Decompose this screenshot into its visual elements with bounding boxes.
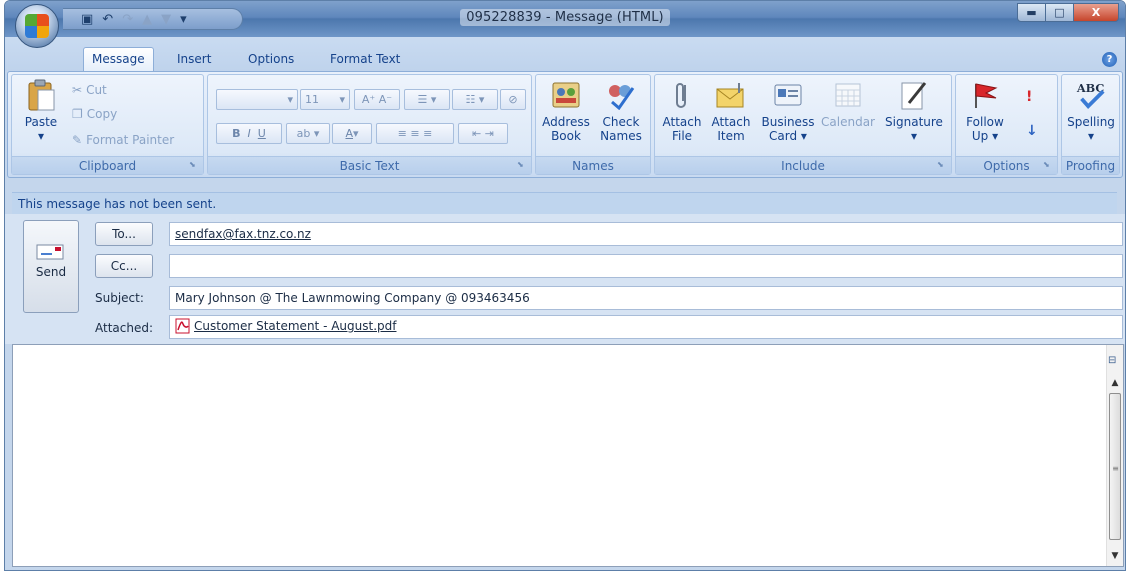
calendar-button[interactable]: Calendar [819, 79, 877, 129]
info-bar: This message has not been sent. [12, 192, 1117, 214]
brush-icon: ✎ [72, 133, 83, 147]
subject-field[interactable]: Mary Johnson @ The Lawnmowing Company @ … [169, 286, 1123, 310]
subject-label: Subject: [95, 291, 144, 305]
message-window: ▣ ↶ ↷ ▲ ▼ ▾ 095228839 - Message (HTML) ▬… [4, 0, 1126, 571]
align-buttons[interactable]: ≡ ≡ ≡ [376, 123, 454, 144]
group-basic-text: ▾ 11 ▾ A⁺ A⁻ ☰ ▾ ☷ ▾ ⊘ B I U ab ▾ A ▾ ≡ ≡… [207, 74, 532, 175]
ruler-toggle-icon[interactable]: ⊟ [1108, 355, 1122, 369]
paste-button[interactable]: Paste ▾ [16, 79, 66, 143]
follow-up-button[interactable]: Follow Up ▾ [959, 79, 1011, 143]
group-proofing: ABC Spelling ▾ Proofing [1061, 74, 1120, 175]
spelling-button[interactable]: ABC Spelling ▾ [1064, 79, 1118, 143]
indent-buttons[interactable]: ⇤ ⇥ [458, 123, 508, 144]
scroll-up-icon[interactable]: ▲ [1107, 375, 1123, 391]
attached-label: Attached: [95, 321, 154, 335]
window-title: 095228839 - Message (HTML) [5, 9, 1125, 26]
ribbon: Paste ▾ ✂ Cut ❐ Copy ✎ Format Painter Clipb… [7, 71, 1123, 178]
tab-insert[interactable]: Insert [169, 48, 219, 71]
bullets-button[interactable]: ☰ ▾ [404, 89, 450, 110]
copy-button[interactable]: ❐ Copy [72, 107, 117, 121]
font-size-combo[interactable]: 11 ▾ [300, 89, 350, 110]
vertical-scrollbar[interactable]: ⊟ ▲ ≡ ▼ [1106, 345, 1123, 566]
cc-field[interactable] [169, 254, 1123, 278]
address-book-icon [550, 79, 582, 111]
title-bar: ▣ ↶ ↷ ▲ ▼ ▾ 095228839 - Message (HTML) ▬… [5, 1, 1125, 37]
help-icon[interactable]: ? [1102, 52, 1117, 67]
dialog-launcher-icon[interactable]: ⬊ [517, 160, 527, 170]
maximize-button[interactable]: □ [1045, 3, 1074, 22]
scroll-down-icon[interactable]: ▼ [1107, 548, 1123, 564]
flag-icon [969, 79, 1001, 111]
group-label: Clipboard [12, 156, 203, 174]
font-name-combo[interactable]: ▾ [216, 89, 298, 110]
bold-italic-underline[interactable]: B I U [216, 123, 282, 144]
signature-button[interactable]: Signature ▾ [881, 79, 947, 143]
message-header: Send To... sendfax@fax.tnz.co.nz Cc... S… [5, 214, 1125, 344]
ribbon-tabs: Message Insert Options Format Text ? [5, 37, 1125, 72]
calendar-icon [832, 79, 864, 111]
address-book-button[interactable]: Address Book [539, 79, 593, 143]
send-envelope-icon [36, 243, 66, 261]
group-names: Address Book Check Names Names [535, 74, 651, 175]
group-label: Include [655, 156, 951, 174]
tab-options[interactable]: Options [240, 48, 302, 71]
spelling-check-icon: ABC [1075, 79, 1107, 111]
office-logo-icon [25, 14, 49, 38]
group-label: Proofing [1062, 156, 1119, 174]
tab-format-text[interactable]: Format Text [322, 48, 408, 71]
grow-shrink-font-buttons[interactable]: A⁺ A⁻ [354, 89, 400, 110]
signature-icon [898, 79, 930, 111]
tab-message[interactable]: Message [83, 47, 154, 72]
dialog-launcher-icon[interactable]: ⬊ [189, 160, 199, 170]
close-button[interactable]: X [1073, 3, 1119, 22]
send-button[interactable]: Send [23, 220, 79, 313]
paste-icon [25, 79, 57, 111]
format-painter-button[interactable]: ✎ Format Painter [72, 133, 174, 147]
highlight-icon[interactable]: ab ▾ [286, 123, 330, 144]
attached-field: Customer Statement - August.pdf [169, 315, 1123, 339]
office-button[interactable] [15, 4, 59, 48]
group-clipboard: Paste ▾ ✂ Cut ❐ Copy ✎ Format Painter Clipb… [11, 74, 204, 175]
business-card-icon [772, 79, 804, 111]
group-label: Options [956, 156, 1057, 174]
scissors-icon: ✂ [72, 83, 83, 97]
paperclip-icon [666, 79, 698, 111]
check-names-icon [605, 79, 637, 111]
cut-button[interactable]: ✂ Cut [72, 83, 107, 97]
message-body[interactable]: ⊟ ▲ ≡ ▼ [12, 344, 1124, 567]
dialog-launcher-icon[interactable]: ⬊ [937, 160, 947, 170]
attach-file-button[interactable]: Attach File [658, 79, 706, 143]
attach-item-button[interactable]: Attach Item [707, 79, 755, 143]
to-button[interactable]: To... [95, 222, 153, 246]
business-card-button[interactable]: Business Card ▾ [759, 79, 817, 143]
scroll-thumb[interactable]: ≡ [1109, 393, 1121, 540]
dialog-launcher-icon[interactable]: ⬊ [1043, 160, 1053, 170]
minimize-button[interactable]: ▬ [1017, 3, 1046, 22]
group-label: Basic Text [208, 156, 531, 174]
group-label: Names [536, 156, 650, 174]
attachment-link[interactable]: Customer Statement - August.pdf [194, 319, 396, 333]
to-field[interactable]: sendfax@fax.tnz.co.nz [169, 222, 1123, 246]
window-controls: ▬ □ X [1017, 3, 1119, 22]
check-names-button[interactable]: Check Names [594, 79, 648, 143]
to-recipient[interactable]: sendfax@fax.tnz.co.nz [175, 227, 311, 241]
high-importance-icon[interactable]: ! [1026, 89, 1032, 105]
low-importance-icon[interactable]: ↓ [1026, 123, 1038, 139]
pdf-icon [175, 318, 191, 334]
group-include: Attach File Attach Item Business Card ▾ [654, 74, 952, 175]
group-options: Follow Up ▾ ! ↓ Options ⬊ [955, 74, 1058, 175]
numbering-button[interactable]: ☷ ▾ [452, 89, 498, 110]
font-color-icon[interactable]: A ▾ [332, 123, 372, 144]
envelope-clip-icon [715, 79, 747, 111]
clear-formatting-icon[interactable]: ⊘ [500, 89, 526, 110]
grip-icon: ≡ [1112, 464, 1119, 473]
copy-icon: ❐ [72, 107, 83, 121]
cc-button[interactable]: Cc... [95, 254, 153, 278]
